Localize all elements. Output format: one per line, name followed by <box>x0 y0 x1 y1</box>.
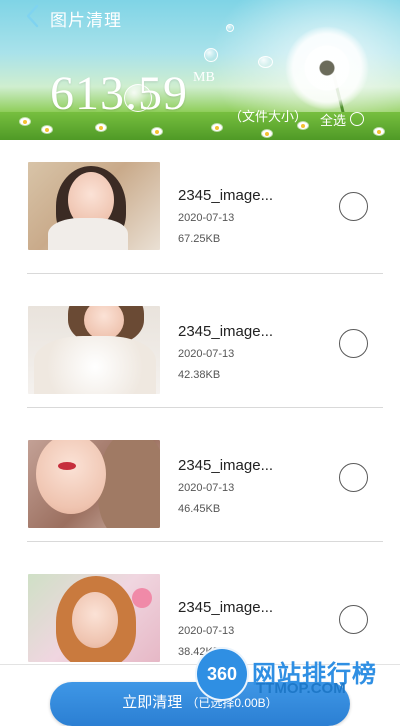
image-name: 2345_image... <box>178 323 274 340</box>
list-item[interactable]: 2345_image... 2020-07-13 46.45KB <box>0 408 400 542</box>
select-all-toggle[interactable]: 全选 <box>320 110 365 128</box>
image-thumbnail <box>28 440 160 528</box>
image-name: 2345_image... <box>178 599 274 616</box>
chevron-left-icon <box>26 4 39 28</box>
image-date: 2020-07-13 <box>178 212 235 224</box>
image-size: 46.45KB <box>178 503 221 515</box>
dandelion-decoration <box>285 26 369 110</box>
watermark-url: TTMOP.COM <box>256 680 346 697</box>
image-thumbnail <box>28 306 160 394</box>
daisy-decoration <box>374 128 384 135</box>
daisy-decoration <box>96 124 106 131</box>
radio-ring-icon <box>350 112 365 126</box>
select-radio[interactable] <box>339 463 368 492</box>
size-caption: （文件大小） <box>229 109 308 124</box>
daisy-decoration <box>20 118 30 125</box>
daisy-decoration <box>42 126 52 133</box>
image-thumbnail <box>28 162 160 250</box>
image-thumbnail <box>28 574 160 662</box>
select-all-label: 全选 <box>320 112 347 128</box>
image-size: 42.38KB <box>178 369 221 381</box>
page-title: 图片清理 <box>50 11 122 30</box>
daisy-decoration <box>262 130 272 137</box>
image-date: 2020-07-13 <box>178 348 235 360</box>
back-button[interactable] <box>20 2 46 30</box>
daisy-decoration <box>212 124 222 131</box>
watermark-360-logo: 360 <box>195 647 249 701</box>
total-size-unit: MB <box>193 70 215 85</box>
list-item[interactable]: 2345_image... 2020-07-13 67.25KB <box>0 140 400 274</box>
total-size-value: 613.59 <box>50 67 188 120</box>
bubble-decoration <box>204 48 218 62</box>
select-radio[interactable] <box>339 605 368 634</box>
list-item[interactable]: 2345_image... 2020-07-13 42.38KB <box>0 274 400 408</box>
image-size: 67.25KB <box>178 233 221 245</box>
image-date: 2020-07-13 <box>178 482 235 494</box>
bubble-decoration <box>258 56 273 68</box>
image-name: 2345_image... <box>178 187 274 204</box>
image-date: 2020-07-13 <box>178 625 235 637</box>
bubble-decoration <box>226 24 234 32</box>
image-name: 2345_image... <box>178 457 274 474</box>
select-radio[interactable] <box>339 192 368 221</box>
select-radio[interactable] <box>339 329 368 358</box>
daisy-decoration <box>152 128 162 135</box>
header-banner: 图片清理 613.59 MB （文件大小） 全选 <box>0 0 400 140</box>
clean-now-label: 立即清理 <box>122 694 183 711</box>
